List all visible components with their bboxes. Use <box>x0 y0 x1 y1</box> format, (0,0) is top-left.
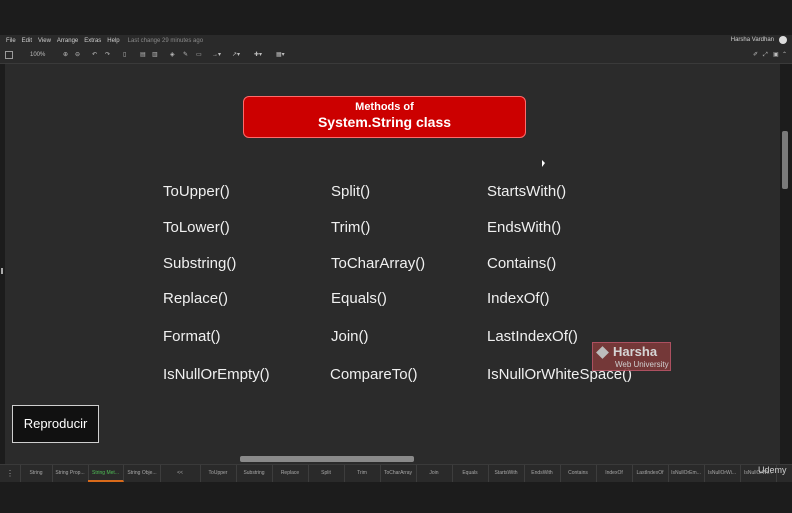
method-item: Contains() <box>487 255 557 272</box>
tab-page-active[interactable]: String Met... <box>88 465 124 482</box>
waypoints-icon[interactable]: ↗▾ <box>232 51 240 59</box>
redo-icon[interactable]: ↷ <box>105 51 110 59</box>
format-panel-icon[interactable] <box>5 51 13 59</box>
method-item: IndexOf() <box>487 290 550 307</box>
play-button[interactable]: Reproducir <box>12 405 99 443</box>
menu-extras[interactable]: Extras <box>78 38 101 44</box>
to-back-icon[interactable]: ▥ <box>152 51 158 59</box>
method-item: Split() <box>331 183 371 200</box>
undo-icon[interactable]: ↶ <box>92 51 97 59</box>
tab-page[interactable]: ToCharArray <box>380 465 417 482</box>
fullscreen-icon[interactable]: ⤢ <box>763 51 768 59</box>
harsha-logo: Harsha Web University <box>592 342 671 371</box>
menu-edit[interactable]: Edit <box>16 38 32 44</box>
tab-page[interactable]: << <box>160 465 201 482</box>
title-box: Methods of System.String class <box>243 96 526 138</box>
zoom-select[interactable]: 100% <box>30 51 45 59</box>
tab-page[interactable]: Substring <box>236 465 273 482</box>
left-edge-handle[interactable] <box>1 268 3 274</box>
tab-page[interactable]: Join <box>416 465 453 482</box>
method-item: IsNullOrEmpty() <box>163 366 270 383</box>
tab-page[interactable]: Trim <box>344 465 381 482</box>
last-change-text[interactable]: Last change 29 minutes ago <box>120 38 203 44</box>
pages-menu-icon[interactable]: ⋮ <box>0 465 21 482</box>
pencil-icon[interactable]: ✐ <box>753 51 758 59</box>
logo-subtitle: Web University <box>615 360 669 369</box>
method-item: Substring() <box>163 255 237 272</box>
method-item: Replace() <box>163 290 229 307</box>
method-item: ToUpper() <box>163 183 230 200</box>
tab-page[interactable]: Equals <box>452 465 489 482</box>
menu-file[interactable]: File <box>0 38 16 44</box>
mouse-cursor-icon <box>542 160 545 167</box>
tab-page[interactable]: LastIndexOf <box>632 465 669 482</box>
tab-page[interactable]: String <box>20 465 53 482</box>
shadow-icon[interactable]: ▭ <box>196 51 202 59</box>
table-icon[interactable]: ▦▾ <box>276 51 285 59</box>
collapse-icon[interactable]: ⌃ <box>782 51 787 59</box>
tab-page[interactable]: StartsWith <box>488 465 525 482</box>
to-front-icon[interactable]: ▤ <box>140 51 146 59</box>
method-item: CompareTo() <box>330 366 418 383</box>
method-item: Trim() <box>331 219 371 236</box>
tab-page[interactable]: Replace <box>272 465 309 482</box>
insert-icon[interactable]: ✚▾ <box>254 51 262 59</box>
horizontal-scrollbar[interactable] <box>240 456 414 462</box>
line-color-icon[interactable]: ✎ <box>183 51 188 59</box>
tab-page[interactable]: Contains <box>560 465 597 482</box>
zoom-out-icon[interactable]: ⊖ <box>75 51 80 59</box>
title-line-1: Methods of <box>355 101 414 113</box>
method-item: Join() <box>331 328 369 345</box>
tab-page[interactable]: Split <box>308 465 345 482</box>
logo-brand: Harsha <box>613 344 658 359</box>
tab-page[interactable]: String Obje... <box>124 465 161 482</box>
panel-icon[interactable]: ▣ <box>773 51 779 59</box>
video-bottom-bar <box>0 482 792 513</box>
fill-color-icon[interactable]: ◈ <box>170 51 175 59</box>
connection-icon[interactable]: →▾ <box>212 51 221 59</box>
tab-page[interactable]: IndexOf <box>596 465 633 482</box>
tab-page[interactable]: String Prop... <box>52 465 89 482</box>
globe-icon[interactable] <box>779 36 787 44</box>
menu-help[interactable]: Help <box>101 38 119 44</box>
method-item: EndsWith() <box>487 219 562 236</box>
method-item: ToCharArray() <box>331 255 426 272</box>
menu-view[interactable]: View <box>32 38 51 44</box>
tab-page[interactable]: ToUpper <box>200 465 237 482</box>
menu-bar: File Edit View Arrange Extras Help Last … <box>0 35 792 47</box>
udemy-watermark: Udemy <box>758 465 787 475</box>
logo-icon <box>596 346 609 359</box>
tab-page[interactable]: IsNullOrWi... <box>704 465 741 482</box>
user-menu[interactable]: Harsha Vardhan <box>731 37 774 43</box>
delete-icon[interactable]: ▯ <box>123 51 126 59</box>
method-item: StartsWith() <box>487 183 567 200</box>
method-item: Equals() <box>331 290 387 307</box>
page-tabs-bar: ⋮ String String Prop... String Met... St… <box>0 464 792 482</box>
video-top-bar <box>0 0 792 35</box>
method-item: ToLower() <box>163 219 230 236</box>
method-item: Format() <box>163 328 221 345</box>
tab-page[interactable]: IsNullOrEm... <box>668 465 705 482</box>
toolbar: 100% ⊕ ⊖ ↶ ↷ ▯ ▤ ▥ ◈ ✎ ▭ →▾ ↗▾ ✚▾ ▦▾ ✐ ⤢… <box>0 47 792 64</box>
method-item: LastIndexOf() <box>487 328 578 345</box>
tab-page[interactable]: EndsWith <box>524 465 561 482</box>
vertical-scrollbar[interactable] <box>782 131 788 189</box>
zoom-in-icon[interactable]: ⊕ <box>63 51 68 59</box>
title-line-2: System.String class <box>317 114 452 130</box>
menu-arrange[interactable]: Arrange <box>51 38 78 44</box>
